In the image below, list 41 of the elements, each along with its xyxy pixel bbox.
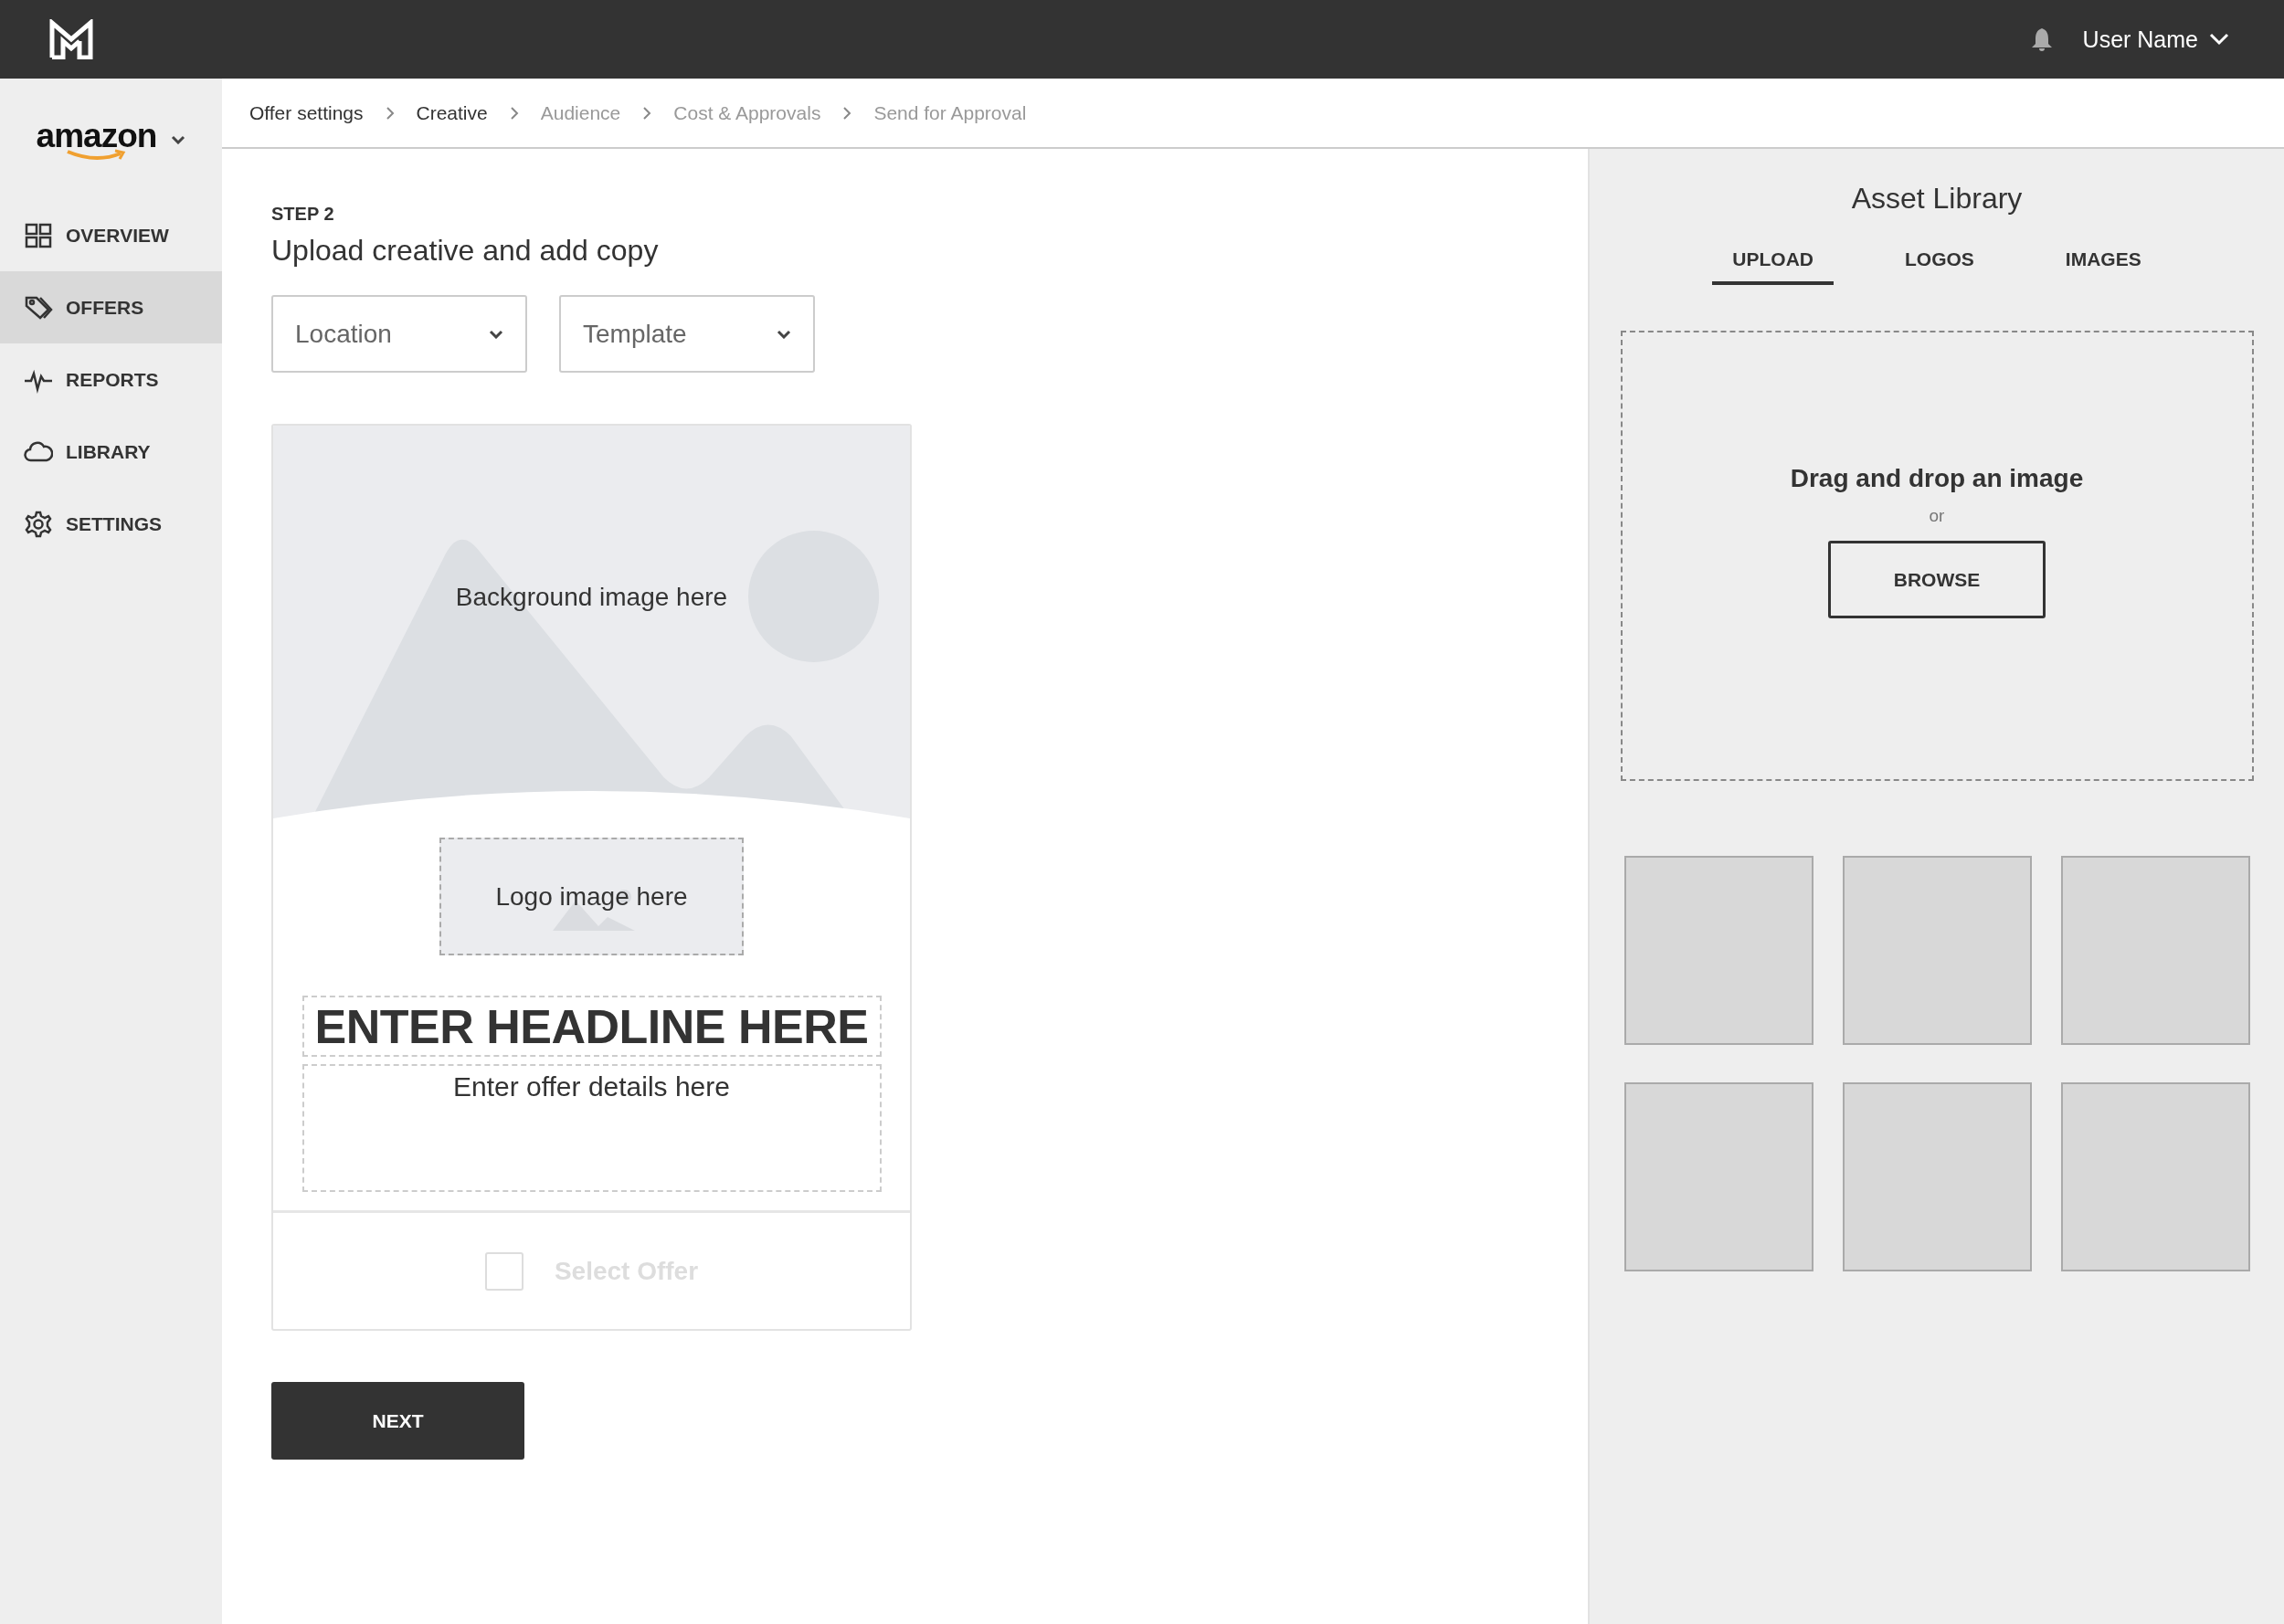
dropdown[interactable]: Template (559, 295, 815, 373)
background-image-hint: Background image here (454, 583, 729, 612)
logo-icon (49, 19, 93, 59)
user-name[interactable]: User Name (2082, 26, 2198, 53)
or-text: or (1929, 506, 1945, 526)
account-logo[interactable]: amazon (36, 118, 157, 162)
dropdown[interactable]: Location (271, 295, 527, 373)
asset-tile[interactable] (1842, 856, 2032, 1045)
chevron-down-icon (489, 329, 503, 339)
tab[interactable]: IMAGES (2045, 243, 2162, 285)
gear-icon (24, 509, 53, 539)
chevron-down-icon[interactable] (171, 135, 186, 144)
next-button[interactable]: NEXT (271, 1382, 524, 1460)
sidebar-item[interactable]: OVERVIEW (0, 199, 222, 271)
drop-zone-title: Drag and drop an image (1790, 464, 2084, 493)
breadcrumb-step[interactable]: Offer settings (249, 101, 364, 124)
chevron-right-icon (385, 105, 395, 121)
sidebar-item[interactable]: LIBRARY (0, 416, 222, 488)
sidebar-item[interactable]: SETTINGS (0, 488, 222, 560)
asset-tile[interactable] (1623, 856, 1813, 1045)
step-label: STEP 2 (271, 204, 334, 225)
breadcrumb-step[interactable]: Creative (416, 101, 488, 124)
logo-drop-area[interactable]: Logo image here (439, 838, 744, 955)
chevron-right-icon (509, 105, 519, 121)
asset-tile[interactable] (2060, 856, 2250, 1045)
sidebar-item[interactable]: REPORTS (0, 343, 222, 416)
tab[interactable]: LOGOS (1885, 243, 1994, 285)
asset-tile[interactable] (2060, 1082, 2250, 1271)
asset-tile[interactable] (1623, 1082, 1813, 1271)
chevron-right-icon (642, 105, 652, 121)
chevron-right-icon (842, 105, 852, 121)
headline-field[interactable]: ENTER HEADLINE HERE (301, 996, 882, 1057)
drop-zone[interactable]: Drag and drop an image or BROWSE (1620, 331, 2254, 781)
asset-tile[interactable] (1842, 1082, 2032, 1271)
panel-title: Asset Library (1851, 182, 2023, 216)
chevron-down-icon (777, 329, 791, 339)
tab[interactable]: UPLOAD (1712, 243, 1834, 285)
browse-button[interactable]: BROWSE (1828, 541, 2046, 618)
details-field[interactable]: Enter offer details here (301, 1064, 882, 1192)
sidebar-item[interactable]: OFFERS (0, 271, 222, 343)
step-title: Upload creative and add copy (271, 234, 659, 268)
